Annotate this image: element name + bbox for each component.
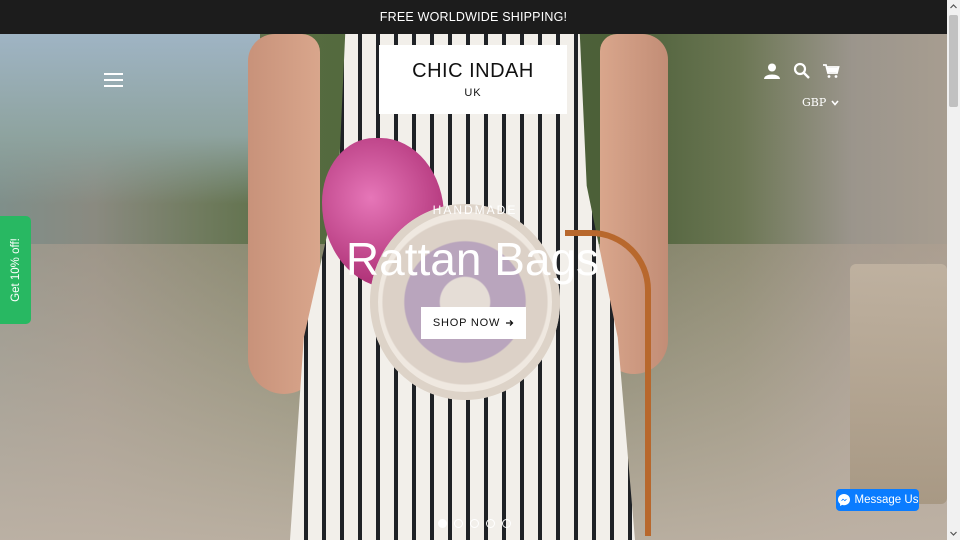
slideshow-dots — [438, 519, 511, 528]
messenger-label: Message Us — [854, 494, 919, 506]
header-icons — [763, 62, 843, 82]
menu-icon[interactable] — [104, 72, 123, 88]
messenger-button[interactable]: Message Us — [836, 489, 919, 511]
search-icon[interactable] — [793, 62, 811, 80]
logo-title: CHIC INDAH — [412, 60, 534, 82]
arrow-right-icon — [506, 320, 514, 326]
slide-dot-3[interactable] — [470, 519, 479, 528]
slide-dot-1[interactable] — [438, 519, 447, 528]
slide-dot-2[interactable] — [454, 519, 463, 528]
shop-now-button[interactable]: SHOP NOW — [421, 307, 526, 339]
promo-tab[interactable]: Get 10% off! — [0, 216, 31, 324]
cart-icon[interactable] — [822, 62, 840, 80]
slide-dot-5[interactable] — [502, 519, 511, 528]
currency-selector[interactable]: GBP — [802, 96, 839, 109]
hero-background-pillar — [850, 264, 947, 504]
site-logo[interactable]: CHIC INDAH UK — [379, 45, 567, 114]
account-icon[interactable] — [763, 62, 781, 80]
messenger-icon — [837, 494, 850, 506]
logo-subtitle: UK — [464, 87, 482, 99]
slide-dot-4[interactable] — [486, 519, 495, 528]
shop-now-label: SHOP NOW — [432, 317, 501, 329]
page-scrollbar[interactable] — [947, 0, 960, 540]
announcement-text: FREE WORLDWIDE SHIPPING! — [379, 10, 568, 24]
hero-background-sky — [0, 34, 260, 204]
announcement-bar: FREE WORLDWIDE SHIPPING! — [0, 0, 947, 34]
hero-eyebrow: HANDMADE — [432, 203, 518, 217]
scrollbar-thumb[interactable] — [949, 15, 958, 107]
scroll-down-icon[interactable] — [947, 527, 960, 540]
hero-headline: Rattan Bags — [345, 233, 600, 285]
currency-label: GBP — [802, 96, 827, 109]
promo-tab-label: Get 10% off! — [9, 238, 22, 302]
chevron-down-icon — [831, 99, 839, 106]
scroll-up-icon[interactable] — [947, 0, 960, 13]
